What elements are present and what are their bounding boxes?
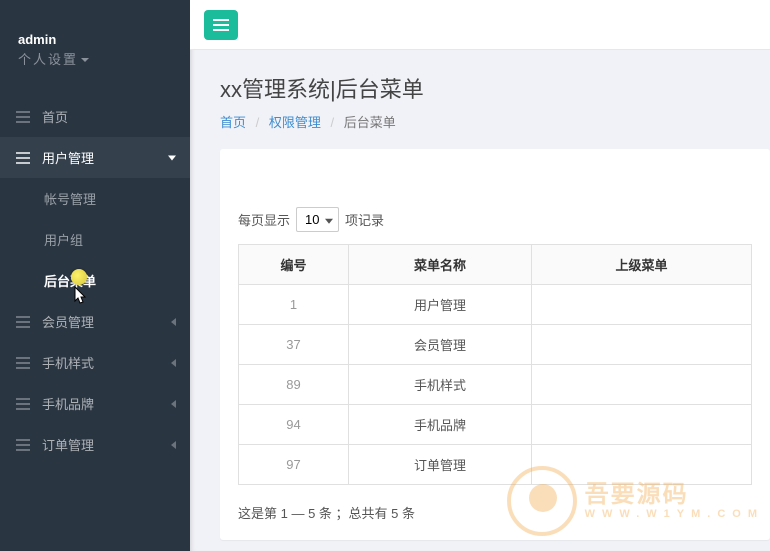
admin-username: admin — [18, 32, 172, 47]
sidebar-item-label: 后台菜单 — [44, 271, 96, 290]
sidebar-item-home[interactable]: 首页 — [0, 96, 190, 137]
personal-settings-dropdown[interactable]: 个人设置 — [18, 49, 172, 68]
sidebar-item-label: 订单管理 — [42, 435, 94, 454]
breadcrumb-home[interactable]: 首页 — [220, 115, 246, 130]
breadcrumb-sep: / — [256, 115, 260, 130]
menu-toggle-button[interactable] — [204, 10, 238, 40]
breadcrumb: 首页 / 权限管理 / 后台菜单 — [220, 112, 740, 131]
cell-parent — [532, 405, 752, 445]
breadcrumb-current: 后台菜单 — [344, 115, 396, 130]
length-prefix: 每页显示 — [238, 210, 290, 229]
table-icon — [16, 398, 30, 410]
sidebar-item-label: 手机样式 — [42, 353, 94, 372]
main-content: xx管理系统|后台菜单 首页 / 权限管理 / 后台菜单 每页显示 10 项记录 — [190, 0, 770, 551]
chevron-down-icon — [168, 155, 176, 160]
table-icon — [16, 111, 30, 123]
cell-id: 37 — [239, 325, 349, 365]
sidebar-item-label: 用户组 — [44, 230, 83, 249]
sidebar-submenu-user-mgmt: 帐号管理 用户组 后台菜单 — [0, 178, 190, 301]
chevron-left-icon — [171, 359, 176, 367]
sidebar-item-order-mgmt[interactable]: 订单管理 — [0, 424, 190, 465]
cell-parent — [532, 325, 752, 365]
sidebar-item-user-mgmt[interactable]: 用户管理 — [0, 137, 190, 178]
table-row[interactable]: 94 手机品牌 — [239, 405, 752, 445]
hamburger-icon — [213, 19, 229, 31]
cell-name: 手机品牌 — [349, 405, 532, 445]
menu-table: 编号 菜单名称 上级菜单 1 用户管理 37 会员管理 — [238, 244, 752, 485]
sidebar-item-label: 会员管理 — [42, 312, 94, 331]
col-name-header[interactable]: 菜单名称 — [349, 245, 532, 285]
page-header: xx管理系统|后台菜单 首页 / 权限管理 / 后台菜单 — [190, 50, 770, 143]
cell-name: 手机样式 — [349, 365, 532, 405]
cell-id: 89 — [239, 365, 349, 405]
breadcrumb-sep: / — [331, 115, 335, 130]
chevron-left-icon — [171, 441, 176, 449]
length-suffix: 项记录 — [345, 210, 384, 229]
cell-name: 订单管理 — [349, 445, 532, 485]
table-row[interactable]: 37 会员管理 — [239, 325, 752, 365]
table-icon — [16, 439, 30, 451]
cell-parent — [532, 285, 752, 325]
breadcrumb-permission[interactable]: 权限管理 — [269, 115, 321, 130]
personal-settings-label: 个人设置 — [18, 49, 78, 68]
sidebar-item-phone-brand[interactable]: 手机品牌 — [0, 383, 190, 424]
table-header-row: 编号 菜单名称 上级菜单 — [239, 245, 752, 285]
topbar — [190, 0, 770, 50]
chevron-left-icon — [171, 318, 176, 326]
sidebar-subitem-account[interactable]: 帐号管理 — [0, 178, 190, 219]
chevron-left-icon — [171, 400, 176, 408]
cell-id: 94 — [239, 405, 349, 445]
page-length-select[interactable]: 10 — [296, 207, 339, 232]
sidebar: admin 个人设置 首页 用户管理 帐号管理 用户组 — [0, 0, 190, 551]
cell-name: 会员管理 — [349, 325, 532, 365]
sidebar-item-label: 首页 — [42, 107, 68, 126]
table-icon — [16, 357, 30, 369]
page-length-control: 每页显示 10 项记录 — [238, 207, 752, 232]
table-row[interactable]: 89 手机样式 — [239, 365, 752, 405]
caret-down-icon — [81, 58, 89, 62]
sidebar-item-member-mgmt[interactable]: 会员管理 — [0, 301, 190, 342]
cell-parent — [532, 365, 752, 405]
sidebar-subitem-usergroup[interactable]: 用户组 — [0, 219, 190, 260]
sidebar-item-label: 帐号管理 — [44, 189, 96, 208]
sidebar-nav: 首页 用户管理 帐号管理 用户组 后台菜单 会员管理 — [0, 96, 190, 465]
cell-name: 用户管理 — [349, 285, 532, 325]
table-info: 这是第 1 — 5 条 ；总共有 5 条 — [238, 503, 752, 522]
sidebar-item-label: 手机品牌 — [42, 394, 94, 413]
cell-parent — [532, 445, 752, 485]
cell-id: 97 — [239, 445, 349, 485]
table-icon — [16, 316, 30, 328]
sidebar-header: admin 个人设置 — [0, 0, 190, 82]
sidebar-item-phone-style[interactable]: 手机样式 — [0, 342, 190, 383]
col-id-header[interactable]: 编号 — [239, 245, 349, 285]
data-panel: 每页显示 10 项记录 编号 菜单名称 上级菜单 — [220, 149, 770, 540]
table-row[interactable]: 1 用户管理 — [239, 285, 752, 325]
col-parent-header[interactable]: 上级菜单 — [532, 245, 752, 285]
sidebar-subitem-backend-menu[interactable]: 后台菜单 — [0, 260, 190, 301]
table-row[interactable]: 97 订单管理 — [239, 445, 752, 485]
cell-id: 1 — [239, 285, 349, 325]
sidebar-item-label: 用户管理 — [42, 148, 94, 167]
page-title: xx管理系统|后台菜单 — [220, 72, 740, 104]
table-icon — [16, 152, 30, 164]
